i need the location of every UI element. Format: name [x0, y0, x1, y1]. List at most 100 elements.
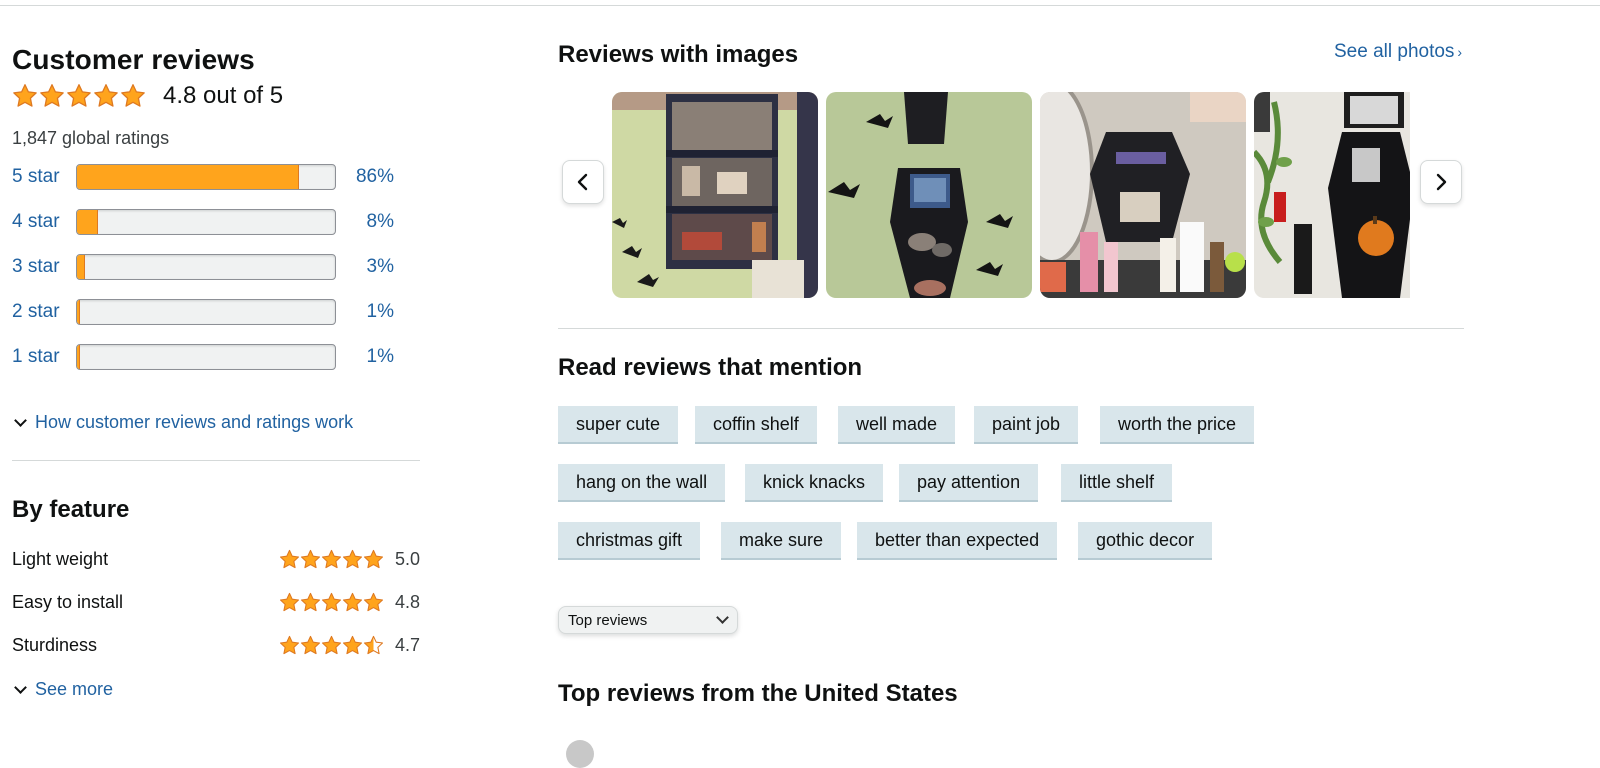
star-icon [279, 592, 300, 611]
how-reviews-work-link[interactable]: How customer reviews and ratings work [12, 412, 353, 433]
histogram-row-4-star[interactable]: 4 star 8% [12, 208, 412, 236]
see-all-photos-link[interactable]: See all photos › [1334, 41, 1462, 63]
histogram-fill [77, 345, 80, 369]
star-icon [13, 84, 37, 107]
histogram-bar[interactable] [76, 209, 336, 235]
mention-chip[interactable]: better than expected [857, 522, 1058, 560]
histogram-percent[interactable]: 86% [336, 166, 394, 188]
star-icon [300, 635, 321, 654]
feature-name: Sturdiness [12, 634, 98, 655]
how-reviews-work-text[interactable]: How customer reviews and ratings work [35, 412, 353, 433]
section-divider [12, 460, 420, 461]
mention-chip[interactable]: christmas gift [558, 522, 701, 560]
read-reviews-mention-title: Read reviews that mention [558, 354, 863, 381]
histogram-label[interactable]: 1 star [12, 346, 76, 368]
sort-selected-value[interactable]: Top reviews [568, 612, 647, 629]
star-icon [363, 549, 384, 568]
review-image-thumbnail[interactable] [1040, 92, 1246, 298]
mention-chip[interactable]: coffin shelf [695, 406, 817, 444]
feature-stars [279, 592, 384, 613]
star-icon [321, 635, 342, 654]
mention-chip[interactable]: super cute [558, 406, 679, 444]
star-icon [279, 549, 300, 568]
feature-row: Sturdiness 4.7 [12, 632, 420, 658]
star-icon [67, 84, 91, 107]
sort-reviews-dropdown[interactable]: Top reviews [558, 606, 738, 634]
histogram-label[interactable]: 4 star [12, 211, 76, 233]
star-icon [363, 635, 384, 654]
histogram-fill [77, 255, 85, 279]
feature-rating: 5.0 [394, 548, 420, 569]
star-icon [300, 549, 321, 568]
feature-name: Light weight [12, 548, 109, 569]
see-more-text[interactable]: See more [35, 679, 113, 700]
average-rating-text: 4.8 out of 5 [163, 82, 284, 109]
histogram-percent[interactable]: 1% [336, 301, 394, 323]
histogram-bar[interactable] [76, 344, 336, 370]
photo-coffin-shelf-bats [826, 92, 1032, 298]
star-icon [94, 84, 118, 107]
feature-rating: 4.7 [394, 634, 420, 655]
global-ratings-count: 1,847 global ratings [12, 128, 170, 148]
chevron-left-icon [577, 173, 588, 191]
mention-chip[interactable]: well made [838, 406, 956, 444]
carousel-next-button[interactable] [1420, 160, 1462, 204]
histogram-row-5-star[interactable]: 5 star 86% [12, 163, 412, 191]
photo-coffin-shelf-vanity [1040, 92, 1246, 298]
review-images-carousel [612, 92, 1410, 298]
review-image-thumbnail[interactable] [1254, 92, 1410, 298]
histogram-bar[interactable] [76, 299, 336, 325]
mention-chip[interactable]: hang on the wall [558, 464, 726, 502]
histogram-label[interactable]: 3 star [12, 256, 76, 278]
see-all-photos-text[interactable]: See all photos [1334, 41, 1454, 62]
chevron-down-icon [14, 414, 27, 427]
histogram-percent[interactable]: 3% [336, 256, 394, 278]
mention-chip[interactable]: little shelf [1061, 464, 1173, 502]
mention-chip[interactable]: worth the price [1100, 406, 1255, 444]
section-divider [558, 328, 1464, 329]
star-icon [342, 635, 363, 654]
histogram-bar[interactable] [76, 164, 336, 190]
feature-row: Light weight 5.0 [12, 546, 420, 572]
top-divider [0, 5, 1600, 6]
average-stars [12, 83, 147, 109]
histogram-row-2-star[interactable]: 2 star 1% [12, 298, 412, 326]
reviews-with-images-title: Reviews with images [558, 41, 799, 68]
customer-reviews-title: Customer reviews [12, 44, 255, 75]
photo-coffin-shelf-pumpkin [1254, 92, 1410, 298]
mention-chip[interactable]: paint job [974, 406, 1079, 444]
review-image-thumbnail[interactable] [826, 92, 1032, 298]
star-icon [321, 592, 342, 611]
chevron-right-small-icon: › [1457, 44, 1463, 60]
histogram-fill [77, 165, 299, 189]
histogram-row-1-star[interactable]: 1 star 1% [12, 343, 412, 371]
histogram-percent[interactable]: 1% [336, 346, 394, 368]
histogram-fill [77, 300, 80, 324]
feature-stars [279, 635, 384, 656]
feature-rating: 4.8 [394, 591, 420, 612]
star-icon [121, 84, 145, 107]
average-rating: 4.8 out of 5 [12, 82, 283, 110]
mention-chip[interactable]: knick knacks [745, 464, 884, 502]
feature-stars [279, 549, 384, 570]
feature-row: Easy to install 4.8 [12, 589, 420, 615]
histogram-percent[interactable]: 8% [336, 211, 394, 233]
histogram-fill [77, 210, 98, 234]
mention-chip[interactable]: gothic decor [1078, 522, 1213, 560]
star-icon [40, 84, 64, 107]
carousel-prev-button[interactable] [562, 160, 604, 204]
mention-chip[interactable]: make sure [721, 522, 842, 560]
review-image-thumbnail[interactable] [612, 92, 818, 298]
chevron-right-icon [1436, 173, 1447, 191]
see-more-features-link[interactable]: See more [12, 679, 113, 700]
histogram-label[interactable]: 2 star [12, 301, 76, 323]
feature-name: Easy to install [12, 591, 124, 612]
by-feature-title: By feature [12, 496, 130, 523]
histogram-bar[interactable] [76, 254, 336, 280]
star-icon [342, 549, 363, 568]
histogram-row-3-star[interactable]: 3 star 3% [12, 253, 412, 281]
chevron-down-icon [14, 681, 27, 694]
mention-chip[interactable]: pay attention [899, 464, 1039, 502]
avatar [566, 740, 594, 768]
histogram-label[interactable]: 5 star [12, 166, 76, 188]
